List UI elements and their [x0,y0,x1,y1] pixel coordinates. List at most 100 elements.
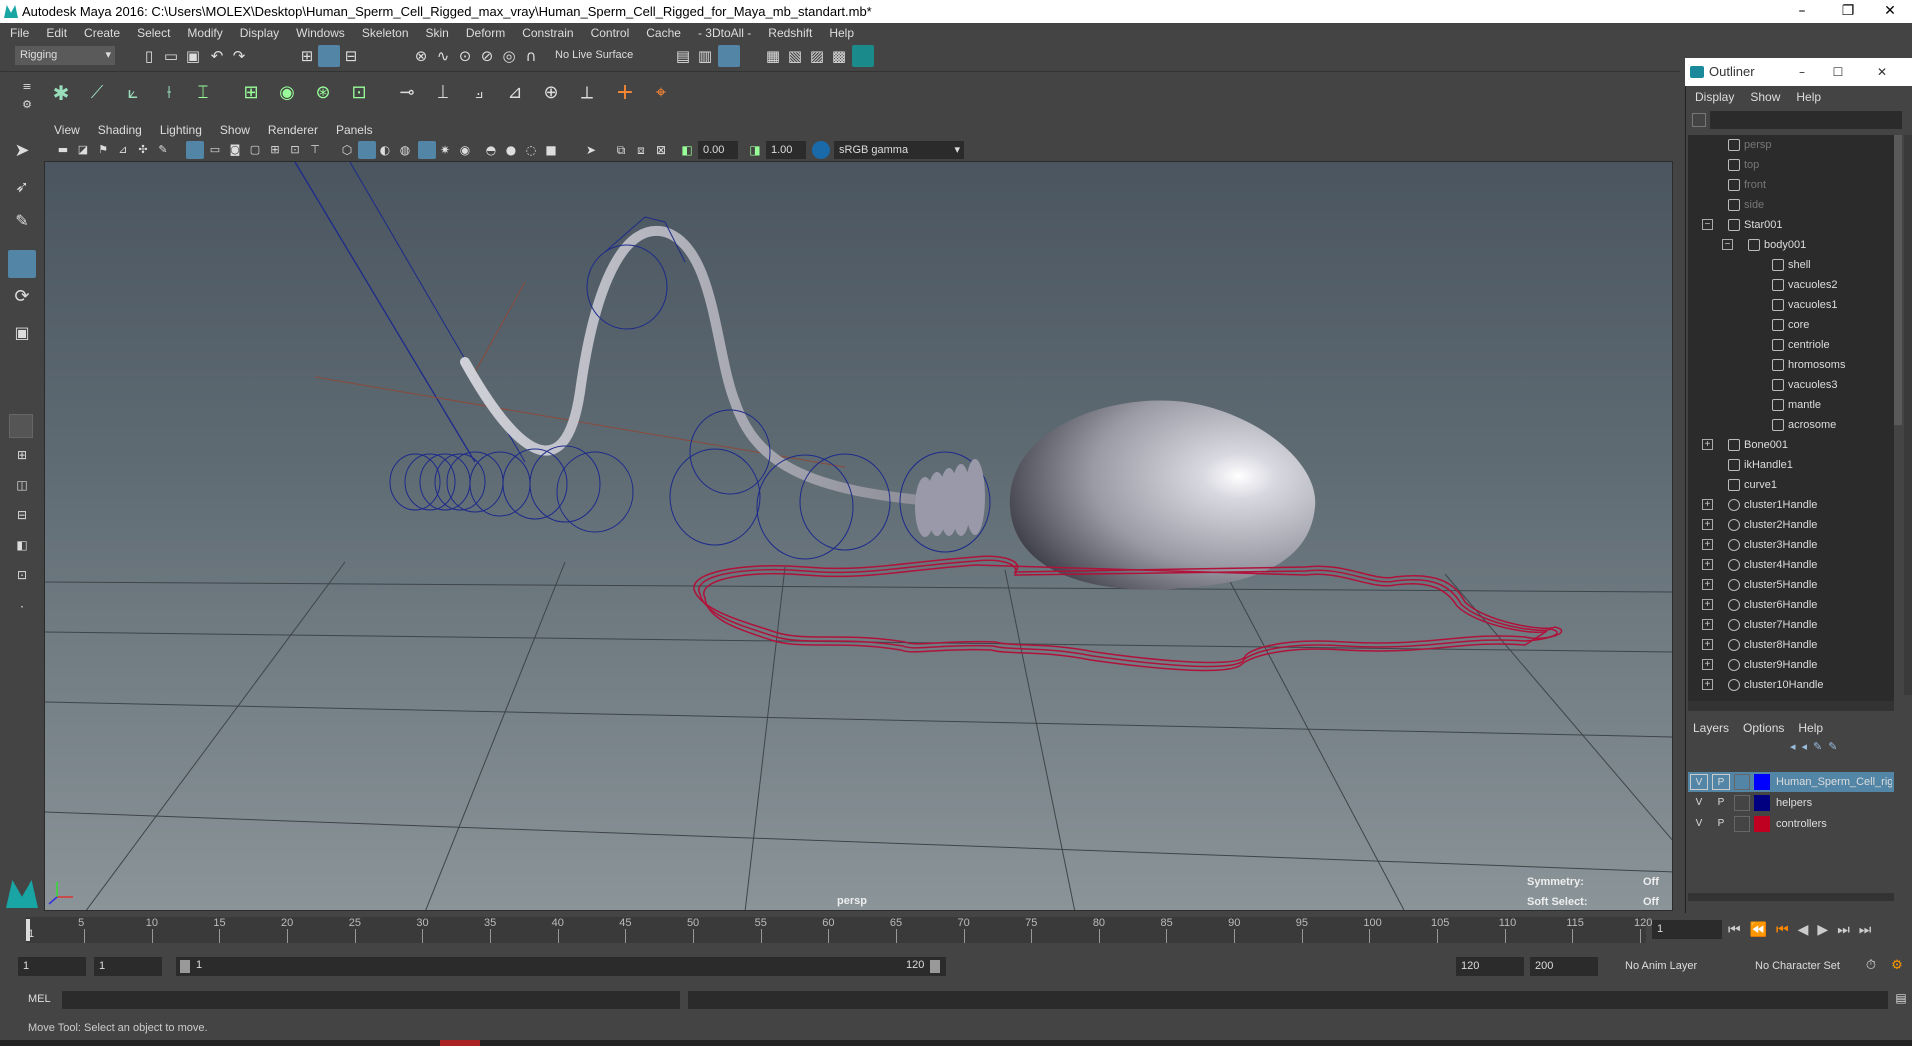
layer-playback-toggle[interactable]: P [1712,795,1730,811]
layer-type-toggle[interactable] [1734,774,1750,790]
snap-point-icon[interactable]: ⊙ [454,45,476,67]
image-plane-icon[interactable]: ⊿ [112,139,134,161]
viewport-menu-view[interactable]: View [54,121,80,139]
gamma-field[interactable]: 1.00 [766,141,806,159]
expand-icon[interactable]: + [1702,539,1713,550]
select-tool-icon[interactable]: ➤ [11,140,33,162]
color-management-icon[interactable] [812,141,830,159]
render-icon[interactable]: ▧ [784,45,806,67]
script-editor-icon[interactable]: ▤ [1890,987,1912,1009]
menu-redshift[interactable]: Redshift [768,23,812,43]
collapse-icon[interactable]: − [1722,239,1733,250]
outliner-menu-help[interactable]: Help [1796,86,1821,108]
paint-select-tool-icon[interactable]: ✎ [11,210,33,232]
outliner-item[interactable]: centriole [1688,335,1894,355]
layer-visibility-toggle[interactable]: V [1690,816,1708,832]
camera-attributes-icon[interactable]: ◪ [72,139,94,161]
aim-constraint-icon[interactable]: ⊕ [540,82,562,104]
range-end-handle[interactable] [930,960,940,973]
taskbar-item[interactable] [440,1040,480,1046]
screen-space-ao-icon[interactable]: ◉ [454,139,476,161]
xray-active-components-icon[interactable]: ⧈ [630,139,652,161]
hypershade-icon[interactable] [852,45,874,67]
lasso-tool-icon[interactable]: ➶ [11,176,33,198]
grease-pencil-icon[interactable]: ✎ [152,139,174,161]
snap-curve-icon[interactable]: ∿ [432,45,454,67]
sperm-head[interactable] [1009,400,1316,590]
menu-3dtoall[interactable]: - 3DtoAll - [698,23,751,43]
display-layer-row[interactable]: V Pcontrollers [1688,814,1894,834]
viewport-menu-panels[interactable]: Panels [336,121,373,139]
field-chart-icon[interactable]: ⊞ [264,139,286,161]
locator-icon[interactable]: + [614,82,636,104]
perspective-viewport[interactable]: persp Symmetry: Off Soft Select: Off [44,161,1673,911]
outliner-restore-button[interactable]: ☐ [1818,58,1858,86]
mode-selector[interactable]: Rigging ▾ [15,46,115,65]
scale-tool-icon[interactable]: ▣ [11,322,33,344]
layer-visibility-toggle[interactable]: V [1690,774,1708,790]
time-slider-track[interactable] [26,917,1646,943]
select-hierarchy-icon[interactable]: ⊞ [296,45,318,67]
shelf-settings-icon[interactable]: ⚙ [16,94,38,116]
persp-graph-layout-icon[interactable]: ⊟ [11,504,33,526]
expand-icon[interactable]: + [1702,679,1713,690]
menu-modify[interactable]: Modify [187,23,222,43]
snap-surface-icon[interactable]: ◎ [498,45,520,67]
expand-icon[interactable]: + [1702,439,1713,450]
layer-playback-toggle[interactable]: P [1712,774,1730,790]
redo-icon[interactable]: ↷ [228,45,250,67]
four-view-layout-icon[interactable]: ⊞ [11,444,33,466]
snap-view-icon[interactable]: ⊘ [476,45,498,67]
display-layer-row[interactable]: V P Human_Sperm_Cell_rig [1688,772,1894,792]
xray-joints-icon[interactable]: ⧉ [610,139,632,161]
command-input[interactable] [62,991,680,1009]
expand-icon[interactable]: + [1702,499,1713,510]
toolbox-more-icon[interactable]: · [11,596,33,618]
render-view-icon[interactable]: ▦ [762,45,784,67]
paint-weights-icon[interactable]: ⊞ [240,82,262,104]
collapse-icon[interactable]: − [1702,219,1713,230]
motion-blur-icon[interactable]: ◓ [480,139,502,161]
depth-of-field-icon[interactable]: ◌ [520,139,542,161]
character-set-dropdown[interactable]: No Character Set [1750,957,1862,976]
exposure-icon[interactable]: ◧ [676,139,698,161]
history-icon[interactable]: ▥ [694,45,716,67]
isolate-select-icon[interactable]: ■ [540,139,562,161]
outliner-item[interactable]: + cluster10Handle [1688,675,1894,695]
select-object-icon[interactable] [318,45,340,67]
expand-icon[interactable]: + [1702,599,1713,610]
single-perspective-layout-icon[interactable] [9,414,33,438]
outliner-item[interactable]: + cluster8Handle [1688,635,1894,655]
outliner-item[interactable]: persp [1688,135,1894,155]
outliner-item[interactable]: + cluster3Handle [1688,535,1894,555]
menu-edit[interactable]: Edit [46,23,67,43]
expand-icon[interactable]: + [1702,659,1713,670]
anim-layer-dropdown[interactable]: No Anim Layer [1620,957,1740,976]
menu-control[interactable]: Control [591,23,630,43]
outliner-hscrollbar[interactable] [1688,701,1894,711]
save-scene-icon[interactable]: ▣ [182,45,204,67]
outliner-item[interactable]: vacuoles2 [1688,275,1894,295]
attribute-editor-tab[interactable] [1904,135,1912,695]
gamma-icon[interactable]: ◨ [744,139,766,161]
undo-icon[interactable]: ↶ [206,45,228,67]
layer-type-toggle[interactable] [1734,816,1750,832]
outliner-item[interactable]: curve1 [1688,475,1894,495]
time-slider[interactable]: 1 5 10 15 20 25 30 35 40 45 50 55 60 65 70 75 80 85 90 95 1… [0,913,1912,947]
select-component-icon[interactable]: ⊟ [340,45,362,67]
ipr-render-icon[interactable]: ▨ [806,45,828,67]
pole-vector-icon[interactable]: ⟂ [576,82,598,104]
backface-culling-icon[interactable]: ⊠ [650,139,672,161]
grid-toggle-icon[interactable] [186,141,204,159]
layer-color-swatch[interactable] [1754,774,1770,790]
persp-outliner-layout-icon[interactable]: ◫ [11,474,33,496]
layers-hscrollbar[interactable] [1688,893,1894,901]
resolution-gate-icon[interactable]: ◙ [224,139,246,161]
outliner-menu-display[interactable]: Display [1695,86,1734,108]
outliner-item[interactable]: + cluster4Handle [1688,555,1894,575]
menu-select[interactable]: Select [137,23,170,43]
outliner-minimize-button[interactable]: – [1782,58,1822,86]
rotate-tool-icon[interactable]: ⟳ [11,286,33,308]
wireframe-on-shaded-icon[interactable]: ◐ [374,139,396,161]
layer-type-toggle[interactable] [1734,795,1750,811]
